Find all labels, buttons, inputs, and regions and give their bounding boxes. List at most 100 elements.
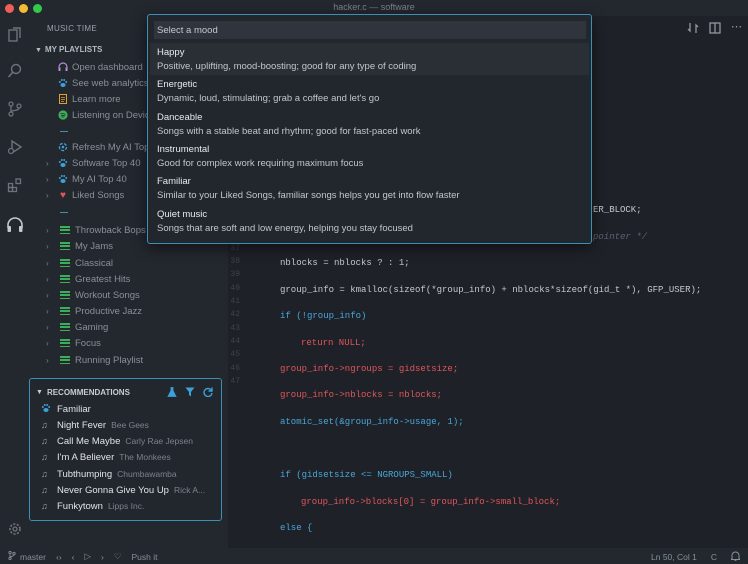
- song-row[interactable]: ♫ I'm A Believer The Monkees: [41, 449, 219, 465]
- recommendations-header[interactable]: ▼ RECOMMENDATIONS: [36, 388, 130, 397]
- more-actions-icon[interactable]: ⋯: [731, 22, 742, 37]
- mood-label: Quiet music: [157, 209, 208, 220]
- activity-bar: [0, 16, 30, 548]
- song-title: Tubthumping: [57, 468, 113, 480]
- sidebar-item-label: See web analytics: [72, 77, 149, 89]
- document-icon: [58, 94, 68, 104]
- explorer-icon[interactable]: [6, 26, 24, 44]
- song-row[interactable]: ♫ Night Fever Bee Gees: [41, 417, 219, 433]
- code-line: else {: [280, 523, 313, 533]
- previous-track-icon[interactable]: ‹: [72, 552, 75, 562]
- mood-description: Positive, uplifting, mood-boosting; good…: [157, 61, 417, 72]
- code-line: atomic_set(&group_info->usage, 1);: [280, 417, 464, 427]
- mood-label: Energetic: [157, 79, 198, 90]
- refresh-icon[interactable]: [203, 387, 213, 400]
- chevron-down-icon: ▼: [36, 389, 43, 396]
- chevron-right-icon: ›: [46, 225, 49, 235]
- mood-quick-pick: Happy Positive, uplifting, mood-boosting…: [147, 14, 592, 244]
- paw-icon: [58, 174, 68, 184]
- filter-icon[interactable]: [185, 387, 195, 400]
- cursor-position[interactable]: Ln 50, Col 1: [651, 552, 697, 562]
- music-note-icon: ♫: [41, 501, 48, 511]
- mood-option-happy[interactable]: Happy Positive, uplifting, mood-boosting…: [150, 43, 589, 75]
- mood-description: Songs that are soft and low energy, help…: [157, 223, 413, 234]
- sidebar-title: MUSIC TIME: [47, 24, 97, 33]
- split-editor-icon[interactable]: [709, 22, 721, 37]
- code-line: group_info = kmalloc(sizeof(*group_info)…: [280, 285, 702, 295]
- playlist-label: My Jams: [75, 240, 113, 252]
- live-share-icon[interactable]: ‹›: [56, 552, 62, 562]
- chevron-right-icon: ›: [46, 355, 49, 365]
- paw-icon: [58, 78, 68, 88]
- music-note-icon: ♫: [41, 485, 48, 495]
- mood-option-quiet-music[interactable]: Quiet music Songs that are soft and low …: [150, 205, 589, 237]
- mood-search-input[interactable]: [154, 21, 586, 39]
- run-icon[interactable]: [6, 138, 24, 156]
- song-title: Night Fever: [57, 419, 107, 431]
- chevron-right-icon: ›: [46, 241, 49, 251]
- heart-outline-icon[interactable]: ♡: [114, 551, 122, 562]
- playlist-row[interactable]: › Productive Jazz: [46, 303, 226, 319]
- chevron-right-icon: ›: [46, 158, 49, 168]
- headphones-icon[interactable]: [6, 216, 24, 234]
- song-row[interactable]: ♫ Call Me Maybe Carly Rae Jepsen: [41, 433, 219, 449]
- mood-option-danceable[interactable]: Danceable Songs with a stable beat and r…: [150, 108, 589, 140]
- mood-option-instrumental[interactable]: Instrumental Good for complex work requi…: [150, 140, 589, 172]
- extensions-icon[interactable]: [6, 176, 24, 194]
- chevron-right-icon: ›: [46, 174, 49, 184]
- playlist-label: Classical: [75, 257, 114, 269]
- chevron-down-icon: ▼: [35, 47, 42, 54]
- language-mode[interactable]: C: [711, 552, 717, 562]
- branch-indicator[interactable]: master: [8, 550, 46, 562]
- sidebar-item-label: Learn more: [72, 93, 121, 105]
- playlist-row[interactable]: › Workout Songs: [46, 287, 226, 303]
- my-playlists-section[interactable]: ▼ MY PLAYLISTS: [35, 45, 102, 54]
- play-icon[interactable]: ▷: [85, 551, 92, 562]
- sidebar-item-label: Listening on Device: [72, 109, 155, 121]
- next-track-icon[interactable]: ›: [101, 552, 104, 562]
- line-number: 42: [230, 310, 240, 320]
- song-row[interactable]: ♫ Funkytown Lipps Inc.: [41, 498, 219, 514]
- playlist-row[interactable]: › Gaming: [46, 319, 226, 335]
- window-title: hacker.c — software: [333, 2, 415, 12]
- code-line: if (!group_info): [280, 311, 367, 321]
- status-bar: master ‹› ‹ ▷ › ♡ Push it Ln 50, Col 1 C: [0, 548, 748, 564]
- playlist-label: Focus: [75, 337, 101, 349]
- recommendations-panel: ▼ RECOMMENDATIONS Familiar ♫ Night Fever B…: [29, 378, 222, 521]
- song-artist: Carly Rae Jepsen: [125, 436, 193, 446]
- notifications-icon[interactable]: [729, 551, 742, 563]
- playlist-icon: [60, 339, 70, 347]
- spotify-icon: [58, 110, 68, 120]
- divider: [60, 131, 68, 132]
- chevron-right-icon: ›: [46, 274, 49, 284]
- playlist-row[interactable]: › Focus: [46, 335, 226, 351]
- playlist-icon: [60, 242, 70, 250]
- playlist-row[interactable]: › Greatest Hits: [46, 271, 226, 287]
- flask-icon[interactable]: [167, 387, 177, 400]
- playlist-icon: [60, 226, 70, 234]
- branch-name: master: [20, 551, 46, 562]
- settings-icon[interactable]: [6, 520, 24, 538]
- compare-icon[interactable]: [687, 22, 699, 37]
- song-title: Never Gonna Give You Up: [57, 484, 169, 496]
- editor-actions: ⋯: [687, 22, 742, 37]
- mood-option-energetic[interactable]: Energetic Dynamic, loud, stimulating; gr…: [150, 75, 589, 107]
- playlist-row[interactable]: › Classical: [46, 255, 226, 271]
- song-artist: The Monkees: [119, 452, 171, 462]
- song-row[interactable]: ♫ Tubthumping Chumbawamba: [41, 466, 219, 482]
- song-artist: Rick A...: [173, 485, 206, 495]
- recommendation-category[interactable]: Familiar: [41, 401, 219, 417]
- song-artist: Chumbawamba: [117, 469, 177, 479]
- code-line: nblocks = nblocks ? : 1;: [280, 258, 410, 268]
- playlist-row[interactable]: › Running Playlist: [46, 352, 226, 368]
- mood-option-familiar[interactable]: Familiar Similar to your Liked Songs, fa…: [150, 172, 589, 204]
- playlist-icon: [60, 323, 70, 331]
- music-note-icon: ♫: [41, 420, 48, 430]
- code-line: if (gidsetsize <= NGROUPS_SMALL): [280, 470, 453, 480]
- push-button[interactable]: Push it: [132, 552, 158, 562]
- line-number: 44: [230, 336, 240, 346]
- song-artist: Bee Gees: [111, 420, 149, 430]
- source-control-icon[interactable]: [6, 100, 24, 118]
- search-icon[interactable]: [6, 62, 24, 80]
- song-row[interactable]: ♫ Never Gonna Give You Up Rick A...: [41, 482, 219, 498]
